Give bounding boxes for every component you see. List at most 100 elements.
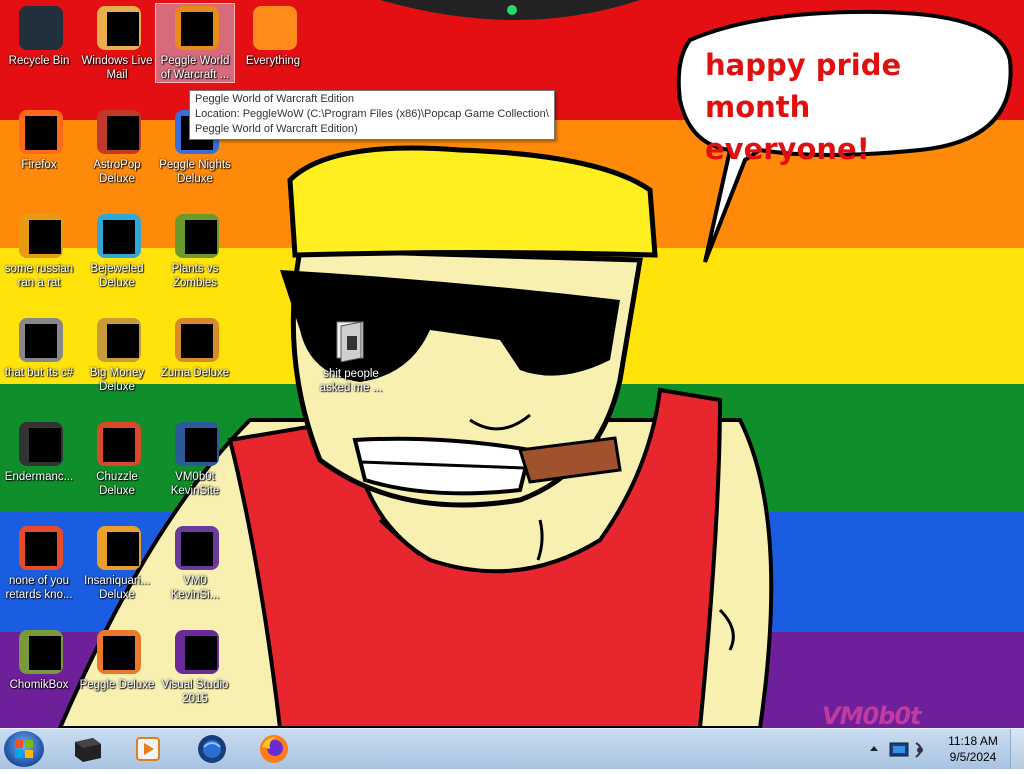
desktop-icon[interactable]: none of you retards kno... [0, 524, 78, 602]
gem-icon [93, 212, 141, 260]
recycle-bin-icon [15, 4, 63, 52]
desktop-icon-label: Peggle Deluxe [79, 679, 155, 691]
desktop-icon-label: AstroPop Deluxe [93, 159, 141, 185]
desktop-icon[interactable]: AstroPop Deluxe [78, 108, 156, 186]
folder-icon [336, 321, 364, 363]
peggle-icon [171, 4, 219, 52]
windows-start-icon [15, 740, 33, 758]
desktop-icon[interactable]: Peggle Deluxe [78, 628, 156, 692]
desktop-icon-label: Chuzzle Deluxe [96, 471, 138, 497]
redaction-box [107, 532, 139, 566]
desktop-icon-label: Plants vs Zombies [171, 263, 219, 289]
desktop-icon-label: Endermanc... [4, 471, 74, 483]
desktop-icon-label: some russian ran a rat [4, 263, 74, 289]
icon-tooltip: Peggle World of Warcraft Edition Locatio… [189, 90, 555, 140]
desktop-icon-label: that but its c# [4, 367, 74, 379]
desktop-icon[interactable]: that but its c# [0, 316, 78, 380]
taskbar-media-player-button[interactable] [122, 731, 174, 767]
wallpaper-watermark: VM0b0t [822, 702, 922, 728]
redaction-box [29, 636, 61, 670]
tray-icons [870, 742, 923, 758]
desktop-icon[interactable]: Chuzzle Deluxe [78, 420, 156, 498]
terminal-icon [15, 420, 63, 468]
desktop-icon[interactable]: Everything [234, 4, 312, 68]
tooltip-line-2: Location: PeggleWoW (C:\Program Files (x… [195, 108, 549, 120]
desktop-icon[interactable]: Visual Studio 2015 [156, 628, 234, 706]
desktop-icon-label: Everything [245, 55, 301, 67]
redaction-box [103, 428, 135, 462]
desktop-icon-label: Windows Live Mail [81, 55, 153, 81]
redaction-box [103, 220, 135, 254]
recycle-bin-icon-art [19, 6, 63, 50]
speech-line-2: everyone! [705, 132, 870, 166]
desktop-icon-label: Big Money Deluxe [89, 367, 145, 393]
desktop-icon-label: Visual Studio 2015 [161, 679, 229, 705]
visual-studio-icon [171, 628, 219, 676]
clock-date: 9/5/2024 [949, 750, 997, 764]
plant-icon [171, 212, 219, 260]
start-button[interactable] [4, 731, 44, 767]
search-icon-art [253, 6, 297, 50]
redaction-box [25, 324, 57, 358]
redaction-box [181, 532, 213, 566]
astropop-icon [93, 108, 141, 156]
redaction-box [185, 428, 217, 462]
desktop-icon[interactable]: Big Money Deluxe [78, 316, 156, 394]
desktop-icon[interactable]: Recycle Bin [0, 4, 78, 68]
desktop-icon[interactable]: ChomikBox [0, 628, 78, 692]
firefox-icon [260, 735, 288, 763]
csharp-icon [171, 524, 219, 572]
computer-icon [75, 738, 101, 762]
taskbar-computer-button[interactable] [62, 731, 114, 767]
shortcut-icon [15, 316, 63, 364]
desktop-icon[interactable]: Zuma Deluxe [156, 316, 234, 380]
globe-icon [198, 735, 226, 763]
desktop-icon-label: ChomikBox [9, 679, 69, 691]
desktop-icon-label: Insaniquari... Deluxe [84, 575, 150, 601]
media-player-icon [136, 737, 160, 761]
taskbar-globe-button[interactable] [186, 731, 238, 767]
taskbar-clock[interactable]: 11:18 AM 9/5/2024 [940, 733, 1006, 765]
redaction-box [25, 116, 57, 150]
redaction-box [181, 324, 213, 358]
desktop-icon-label: VM0b0t KevinSite [170, 471, 220, 497]
desktop-icon[interactable]: VM0 KevinSi... [156, 524, 234, 602]
money-bag-icon [93, 316, 141, 364]
desktop-icon[interactable]: Firefox [0, 108, 78, 172]
speech-bubble-text: happy pride month everyone! [705, 44, 1005, 170]
desktop-folder[interactable]: shit people asked me ... [318, 318, 384, 395]
redaction-box [107, 116, 139, 150]
show-hidden-icons-chevron-icon [870, 746, 878, 751]
desktop-icon-label: VM0 KevinSi... [170, 575, 220, 601]
desktop-icon-label: Firefox [21, 159, 57, 171]
desktop-icon[interactable]: Bejeweled Deluxe [78, 212, 156, 290]
redaction-box [107, 12, 139, 46]
desktop-icon-label: none of you retards kno... [5, 575, 73, 601]
redaction-box [29, 428, 61, 462]
desktop-icon-label: Bejeweled Deluxe [90, 263, 144, 289]
site-icon [171, 420, 219, 468]
desktop-icon[interactable]: Insaniquari... Deluxe [78, 524, 156, 602]
search-icon [249, 4, 297, 52]
desktop-icon[interactable]: Endermanc... [0, 420, 78, 484]
peggle-deluxe-icon [93, 628, 141, 676]
fish-icon [93, 524, 141, 572]
taskbar-firefox-button[interactable] [248, 731, 300, 767]
desktop-icon[interactable]: Windows Live Mail [78, 4, 156, 82]
desktop-icon[interactable]: Peggle World of Warcraft ... [155, 3, 235, 83]
redaction-box [107, 324, 139, 358]
desktop-icon[interactable]: Plants vs Zombies [156, 212, 234, 290]
rat-icon [15, 212, 63, 260]
tooltip-line-1: Peggle World of Warcraft Edition [195, 93, 354, 105]
desktop-icon[interactable]: some russian ran a rat [0, 212, 78, 290]
app-icon [15, 524, 63, 572]
chuzzle-icon [93, 420, 141, 468]
folder-label: shit people asked me ... [319, 368, 383, 394]
desktop-icon-label: Recycle Bin [8, 55, 70, 67]
speech-line-1: happy pride month [705, 48, 902, 124]
clock-time: 11:18 AM [948, 734, 998, 748]
desktop[interactable]: happy pride month everyone! VM0b0t Recyc… [0, 0, 1024, 728]
redaction-box [103, 636, 135, 670]
desktop-icon[interactable]: VM0b0t KevinSite [156, 420, 234, 498]
show-desktop-button[interactable] [1010, 729, 1024, 769]
